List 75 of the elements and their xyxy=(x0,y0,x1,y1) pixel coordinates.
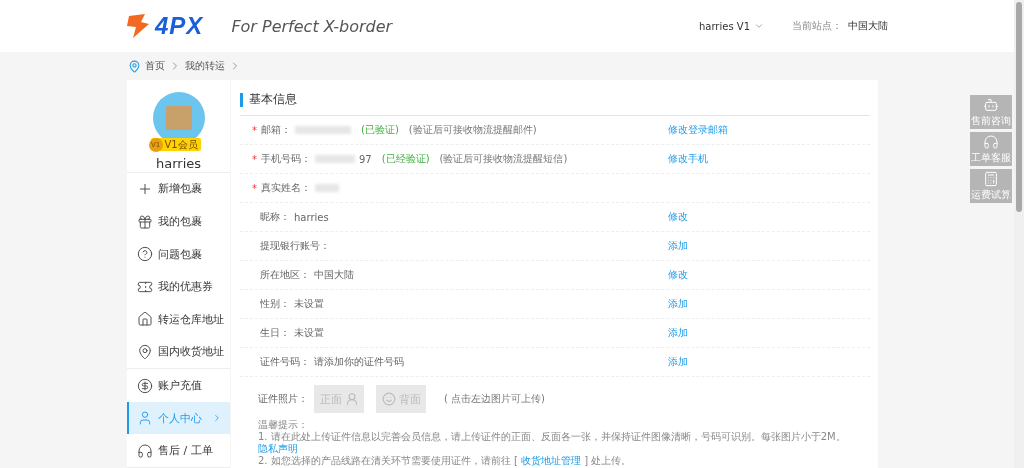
field-value: 未设置 xyxy=(294,297,324,311)
required-mark: * xyxy=(252,153,257,165)
action-link[interactable]: 添加 xyxy=(668,355,688,369)
house-icon xyxy=(137,311,153,328)
nav-item[interactable]: 国内收货地址 xyxy=(127,335,230,369)
float-tool-button[interactable]: 售前咨询 xyxy=(970,95,1012,129)
user-icon xyxy=(137,410,153,427)
site-name: 中国大陆 xyxy=(848,19,888,33)
nav-item[interactable]: 转运仓库地址 xyxy=(127,303,230,336)
required-mark: * xyxy=(252,124,257,136)
question-icon xyxy=(137,246,153,263)
action-link[interactable]: 修改 xyxy=(668,268,688,282)
breadcrumb-link[interactable]: 我的转运 xyxy=(185,59,225,73)
verified-status: (已经验证) xyxy=(381,152,430,166)
field-note: (验证后可接收物流提醒邮件) xyxy=(408,123,537,137)
float-tool-button[interactable]: 运费试算 xyxy=(970,169,1012,203)
field-label: 真实姓名： xyxy=(261,181,311,195)
nav-item[interactable]: 个人中心 xyxy=(127,401,230,435)
tip-link[interactable]: 隐私声明 xyxy=(258,443,298,454)
nav-item[interactable]: 我的包裹 xyxy=(127,205,230,238)
chevron-right-icon xyxy=(212,413,222,424)
field-value: 未设置 xyxy=(294,326,324,340)
required-mark: * xyxy=(252,182,257,194)
calculator-icon xyxy=(983,170,999,187)
field-value: 请添加你的证件号码 xyxy=(314,355,404,369)
field-label: 生日： xyxy=(260,326,290,340)
action-link[interactable]: 添加 xyxy=(668,326,688,340)
tip-text: 2. 如您选择的产品线路在清关环节需要使用证件，请前往 [ xyxy=(258,455,519,466)
nav-item[interactable]: 我的优惠券 xyxy=(127,270,230,304)
tip-text: ] 处上传。 xyxy=(583,455,632,466)
nav-item[interactable]: 问题包裹 xyxy=(127,237,230,271)
location-pin-icon xyxy=(128,59,141,73)
breadcrumb-link[interactable]: 首页 xyxy=(145,59,165,73)
field-label: 手机号码： xyxy=(261,152,311,166)
tips-title: 温馨提示： xyxy=(258,419,308,431)
slogan: For Perfect X-border xyxy=(231,16,393,36)
robot-icon xyxy=(983,96,999,113)
float-tool-button[interactable]: 工单客服 xyxy=(970,132,1012,166)
nav-item[interactable]: 账户充值 xyxy=(127,369,230,402)
logo-icon xyxy=(125,13,151,39)
action-link[interactable]: 修改手机 xyxy=(668,152,708,166)
chevron-down-icon xyxy=(754,21,764,31)
verified-status: (已验证) xyxy=(361,123,399,137)
action-link[interactable]: 修改 xyxy=(668,210,688,224)
section-title: 基本信息 xyxy=(249,91,297,108)
field-label: 性别： xyxy=(260,297,290,311)
headset-icon xyxy=(983,133,999,150)
field-label: 证件号码： xyxy=(260,355,310,369)
action-link[interactable]: 添加 xyxy=(668,297,688,311)
field-label: 提现银行账号： xyxy=(260,239,330,253)
field-value: harries xyxy=(294,211,329,223)
field-value: 中国大陆 xyxy=(314,268,354,282)
tip-text: 1. 请在此处上传证件信息以完善会员信息，请上传证件的正面、反面各一张，并保持证件图像清晰，号码可识别。每张图片小于2M。 xyxy=(258,431,846,442)
user-icon xyxy=(344,392,359,406)
nav-item[interactable]: 新增包裹 xyxy=(127,172,230,206)
user-menu[interactable]: harries V1 xyxy=(698,20,764,32)
site-label: 当前站点： xyxy=(792,19,842,33)
gift-icon xyxy=(137,213,153,230)
scrollbar-thumb[interactable] xyxy=(1016,2,1022,212)
field-label: 证件照片： xyxy=(258,392,308,406)
field-label: 昵称： xyxy=(260,210,290,224)
user-name: harries xyxy=(155,156,202,171)
location-pin-icon xyxy=(137,343,153,360)
field-label: 邮箱： xyxy=(261,123,291,137)
action-link[interactable]: 修改登录邮箱 xyxy=(668,123,728,137)
nav-item[interactable]: 售后 / 工单 xyxy=(127,434,230,467)
tip-link[interactable]: 收货地址管理 xyxy=(521,455,581,466)
logo-text: 4PX xyxy=(155,12,204,40)
field-label: 所在地区： xyxy=(260,268,310,282)
currency-icon xyxy=(137,377,153,394)
action-link[interactable]: 添加 xyxy=(668,239,688,253)
upload-hint: ( 点击左边图片可上传) xyxy=(444,392,545,406)
field-note: (验证后可接收物流提醒短信) xyxy=(439,152,568,166)
headset-icon xyxy=(137,442,153,459)
field-value: 97 xyxy=(359,153,372,165)
